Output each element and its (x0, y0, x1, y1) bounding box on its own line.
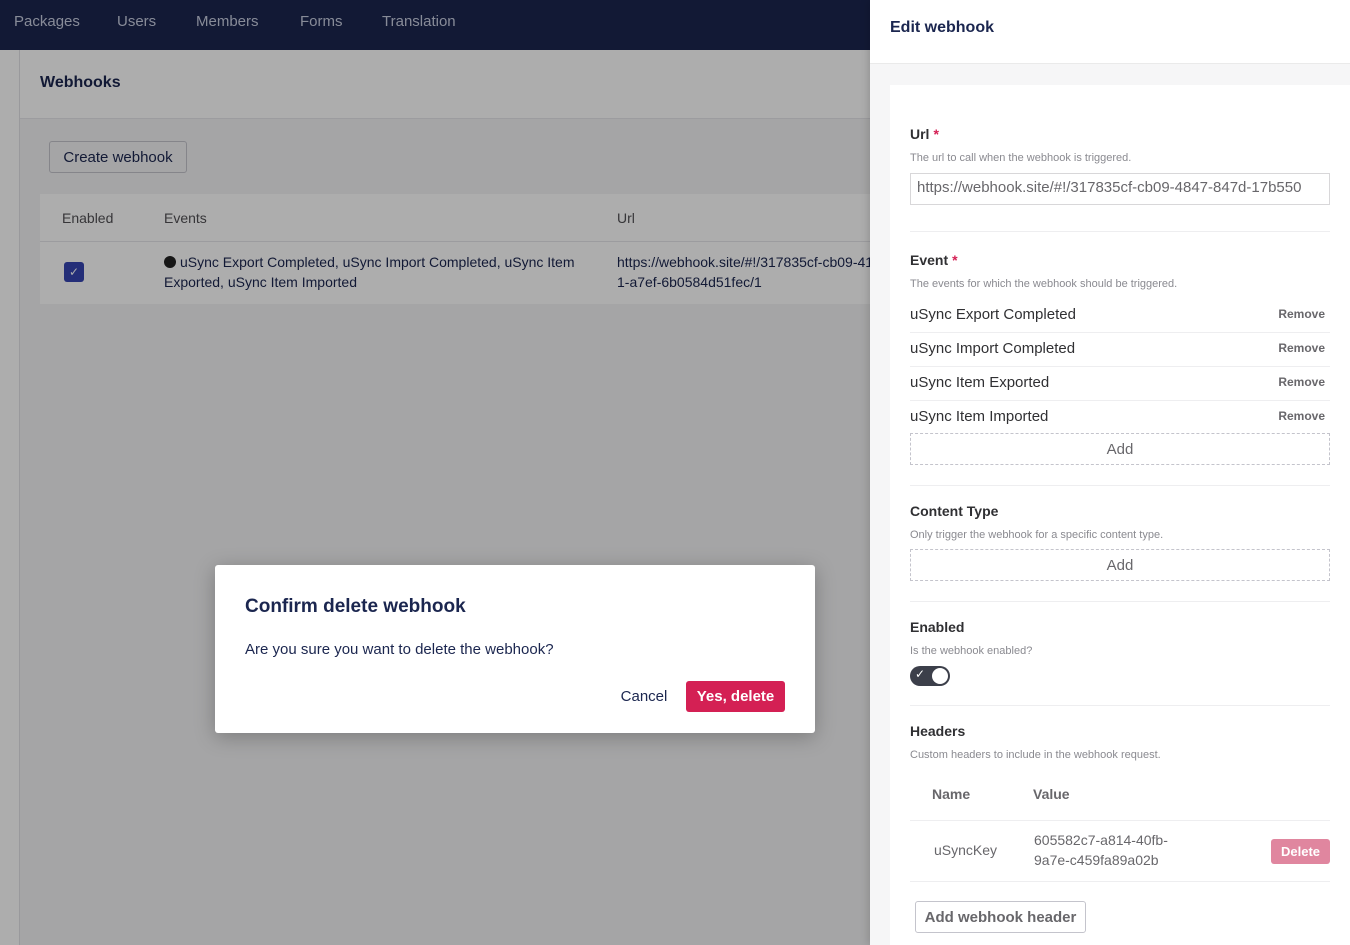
remove-event-button[interactable]: Remove (1278, 307, 1325, 321)
event-item: uSync Item Imported Remove (910, 401, 1330, 435)
delete-header-button[interactable]: Delete (1271, 839, 1330, 864)
add-event-button[interactable]: Add (910, 433, 1330, 465)
url-description: The url to call when the webhook is trig… (910, 152, 1132, 164)
headers-column-value: Value (1033, 786, 1070, 802)
header-value-line1: 605582c7-a814-40fb- (1034, 832, 1168, 848)
event-item: uSync Item Exported Remove (910, 367, 1330, 401)
check-icon: ✓ (915, 667, 926, 681)
enabled-description: Is the webhook enabled? (910, 645, 1033, 657)
confirm-delete-dialog: Confirm delete webhook Are you sure you … (215, 565, 815, 733)
url-input[interactable]: https://webhook.site/#!/317835cf-cb09-48… (910, 173, 1330, 205)
remove-event-button[interactable]: Remove (1278, 341, 1325, 355)
event-name: uSync Import Completed (910, 340, 1076, 357)
remove-event-button[interactable]: Remove (1278, 409, 1325, 423)
enabled-toggle[interactable]: ✓ (910, 666, 950, 686)
header-name-cell: uSyncKey (934, 842, 998, 858)
divider (910, 231, 1330, 232)
modal-backdrop[interactable] (0, 0, 870, 945)
confirm-delete-button[interactable]: Yes, delete (686, 681, 785, 712)
add-content-type-button[interactable]: Add (910, 549, 1330, 581)
cancel-button[interactable]: Cancel (615, 681, 673, 712)
event-item: uSync Export Completed Remove (910, 299, 1330, 333)
event-item: uSync Import Completed Remove (910, 333, 1330, 367)
edit-webhook-panel: Edit webhook Url * The url to call when t… (870, 0, 1350, 945)
divider (910, 601, 1330, 602)
dialog-title: Confirm delete webhook (245, 596, 466, 617)
dialog-message: Are you sure you want to delete the webh… (245, 641, 554, 658)
headers-column-name: Name (932, 786, 971, 802)
divider (910, 705, 1330, 706)
event-name: uSync Item Imported (910, 408, 1049, 425)
toggle-knob (932, 668, 948, 684)
panel-body: Url * The url to call when the webhook is… (890, 85, 1350, 945)
panel-title: Edit webhook (890, 19, 994, 36)
content-type-label: Content Type (910, 503, 999, 519)
panel-header: Edit webhook (870, 0, 1350, 64)
enabled-label: Enabled (910, 619, 965, 635)
add-webhook-header-button[interactable]: Add webhook header (915, 901, 1086, 933)
remove-event-button[interactable]: Remove (1278, 375, 1325, 389)
event-name: uSync Export Completed (910, 306, 1076, 323)
divider (910, 881, 1330, 882)
divider (910, 820, 1330, 821)
headers-description: Custom headers to include in the webhook… (910, 749, 1161, 761)
divider (910, 485, 1330, 486)
event-description: The events for which the webhook should … (910, 278, 1178, 290)
event-label: Event * (910, 252, 958, 268)
url-label: Url * (910, 126, 939, 142)
event-name: uSync Item Exported (910, 374, 1050, 391)
header-value-line2: 9a7e-c459fa89a02b (1034, 852, 1159, 868)
content-type-description: Only trigger the webhook for a specific … (910, 529, 1164, 541)
headers-label: Headers (910, 723, 966, 739)
